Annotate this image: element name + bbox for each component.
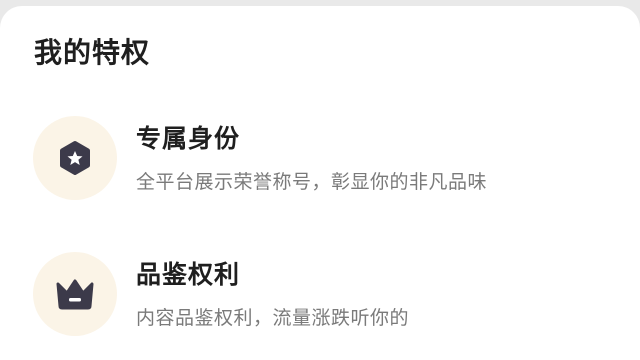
privilege-title: 品鉴权利 [136,260,241,289]
privilege-description: 全平台展示荣誉称号，彰显你的非凡品味 [136,171,488,193]
privilege-description: 内容品鉴权利，流量涨跌听你的 [136,307,410,329]
privilege-title: 专属身份 [136,124,241,153]
privilege-item-content-review[interactable]: 品鉴权利 内容品鉴权利，流量涨跌听你的 [0,252,640,342]
crown-icon [56,279,94,310]
section-title: 我的特权 [34,36,151,69]
identity-icon-badge [33,116,117,200]
privileges-card: 我的特权 专属身份 全平台展示荣誉称号，彰显你的非凡品味 品鉴权利 内容品鉴权利… [0,6,640,360]
privilege-item-exclusive-identity[interactable]: 专属身份 全平台展示荣誉称号，彰显你的非凡品味 [0,116,640,206]
review-icon-badge [33,252,117,336]
hexagon-star-icon [60,141,90,175]
